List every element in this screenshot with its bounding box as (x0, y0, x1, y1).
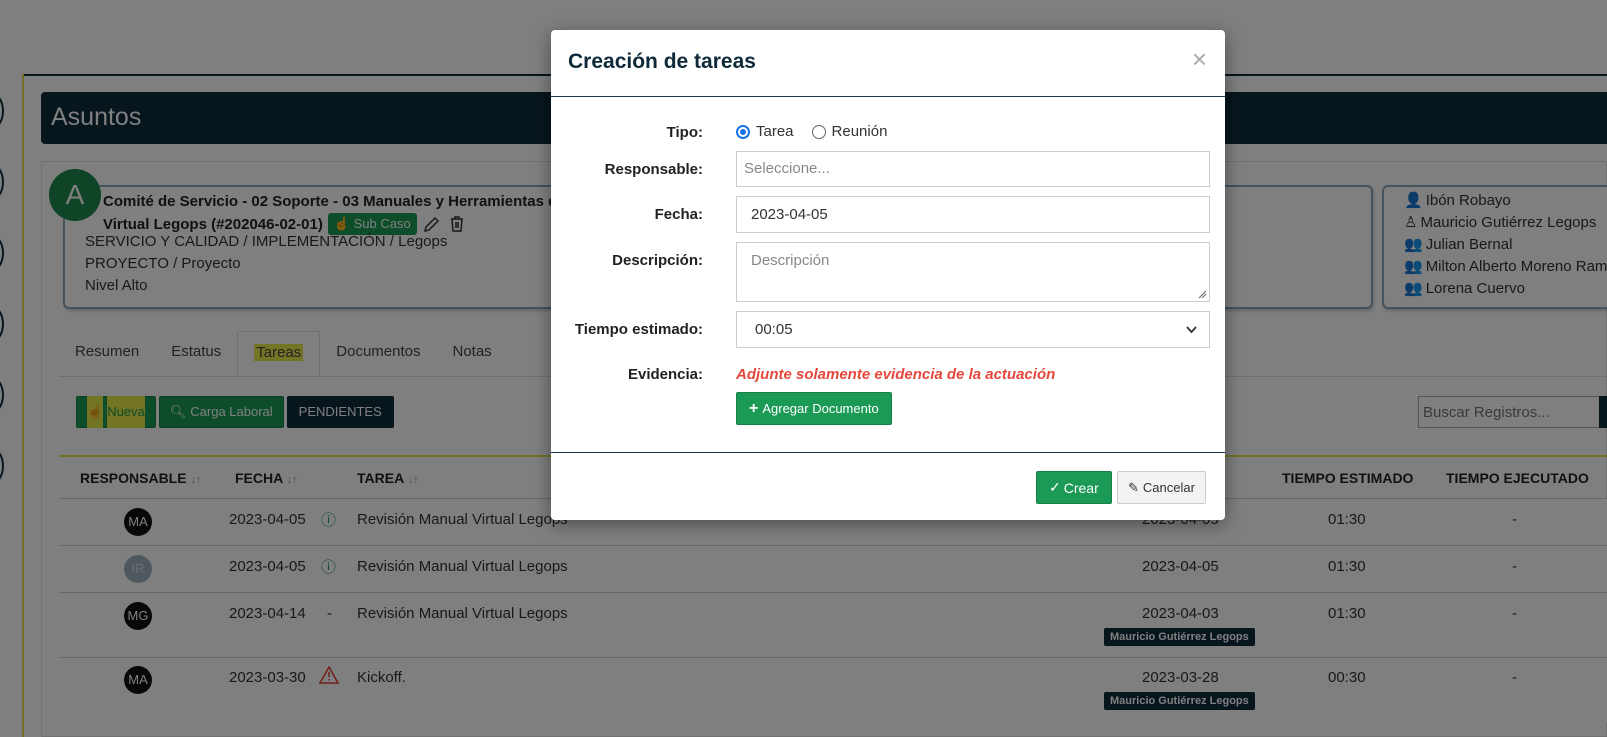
modal-header: Creación de tareas × (551, 30, 1225, 97)
tiempo-select[interactable]: 00:05 (736, 311, 1210, 348)
add-document-button[interactable]: + Agregar Documento (736, 392, 892, 425)
crear-label: Crear (1063, 479, 1099, 496)
add-document-label: Agregar Documento (762, 401, 879, 416)
radio-tarea[interactable] (736, 124, 750, 139)
chevron-down-icon (1186, 326, 1197, 334)
radio-reunion-label[interactable]: Reunión (832, 123, 888, 140)
eraser-icon: ✎ (1128, 479, 1139, 495)
descripcion-textarea[interactable]: Descripción (736, 242, 1210, 302)
modal-title: Creación de tareas (568, 50, 756, 73)
fecha-label: Fecha: (654, 206, 703, 223)
responsable-placeholder: Seleccione... (744, 160, 830, 177)
tipo-radio-group: Tarea Reunión (736, 123, 887, 140)
radio-tarea-label[interactable]: Tarea (756, 123, 794, 140)
close-icon[interactable]: × (1192, 46, 1207, 72)
fecha-input[interactable]: 2023-04-05 (736, 196, 1210, 233)
tiempo-value: 00:05 (755, 321, 793, 338)
cancelar-label: Cancelar (1142, 480, 1195, 495)
responsable-label: Responsable: (604, 161, 703, 178)
resize-grip-icon[interactable] (1197, 289, 1207, 299)
modal-footer-divider (551, 452, 1225, 453)
responsable-select[interactable]: Seleccione... (736, 151, 1210, 187)
plus-icon: + (749, 399, 759, 417)
evidencia-label: Evidencia: (627, 366, 703, 383)
check-icon: ✓ (1049, 479, 1061, 495)
tiempo-label: Tiempo estimado: (574, 321, 703, 338)
cancelar-button[interactable]: ✎ Cancelar (1117, 471, 1206, 504)
tipo-label: Tipo: (666, 124, 703, 141)
descripcion-placeholder: Descripción (751, 252, 830, 269)
evidence-note: Adjunte solamente evidencia de la actuac… (736, 366, 1056, 383)
create-task-modal: Creación de tareas × Tipo: Tarea Reunión… (551, 30, 1225, 520)
crear-button[interactable]: ✓ Crear (1036, 471, 1112, 504)
descripcion-label: Descripción: (612, 252, 703, 269)
radio-reunion[interactable] (811, 124, 826, 139)
